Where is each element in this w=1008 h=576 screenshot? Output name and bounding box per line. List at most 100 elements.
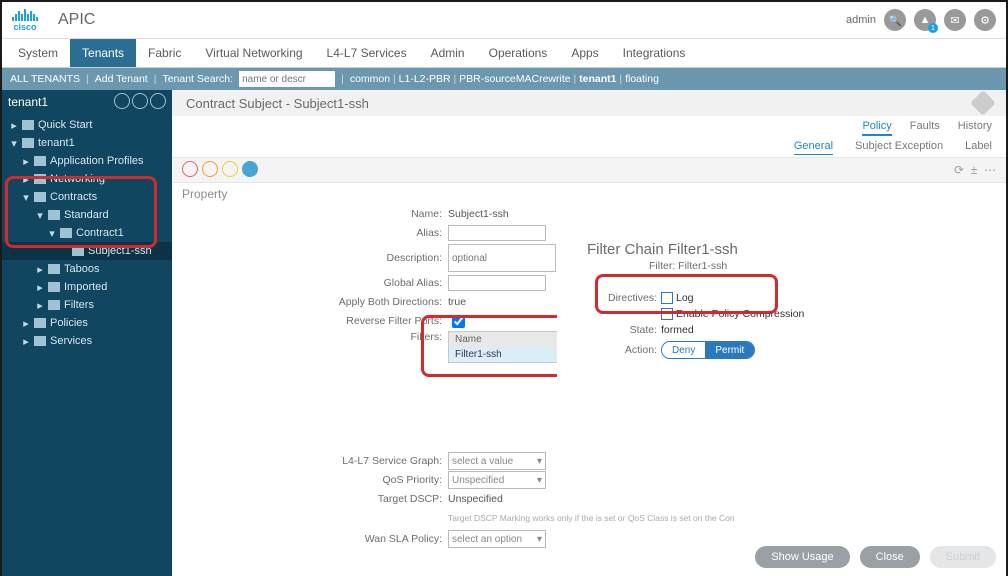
feedback-icon[interactable]: ✉: [944, 9, 966, 31]
tenant-search-input[interactable]: [239, 71, 335, 87]
panel-filter-label: Filter:: [649, 260, 675, 272]
menu-tab-admin[interactable]: Admin: [419, 39, 477, 67]
enable-compression-label: Enable Policy Compression: [676, 308, 804, 320]
action-permit[interactable]: Permit: [705, 342, 754, 358]
menu-tab-l4-l7-services[interactable]: L4-L7 Services: [315, 39, 419, 67]
dscp-value: Unspecified: [448, 493, 503, 505]
nav-tree: ▸Quick Start▾tenant1▸Application Profile…: [2, 114, 172, 352]
tree-node-application-profiles[interactable]: ▸Application Profiles: [2, 152, 172, 170]
action-deny[interactable]: Deny: [662, 342, 705, 358]
subtab-subject-exception[interactable]: Subject Exception: [855, 140, 943, 155]
global-alias-label: Global Alias:: [182, 277, 448, 289]
log-label: Log: [676, 292, 694, 304]
tree-node-tenant1[interactable]: ▾tenant1: [2, 134, 172, 152]
wan-label: Wan SLA Policy:: [182, 533, 448, 545]
username-label[interactable]: admin: [846, 14, 876, 26]
menu-tab-tenants[interactable]: Tenants: [70, 39, 136, 67]
menu-tab-operations[interactable]: Operations: [477, 39, 560, 67]
tree-node-imported[interactable]: ▸Imported: [2, 278, 172, 296]
tab-faults[interactable]: Faults: [910, 120, 940, 136]
top-bar: cisco APIC admin 🔍 ▲1 ✉ ⚙: [2, 2, 1006, 39]
menu-tab-virtual-networking[interactable]: Virtual Networking: [193, 39, 314, 67]
menu-tab-system[interactable]: System: [6, 39, 70, 67]
tab-policy[interactable]: Policy: [862, 120, 891, 136]
panel-filter-value: Filter1-ssh: [678, 260, 727, 272]
state-value: formed: [661, 324, 694, 336]
wan-select[interactable]: select an option▾: [448, 530, 546, 548]
sidebar-tool-icons[interactable]: [112, 93, 166, 112]
tenant-search-label: Tenant Search:: [162, 73, 233, 85]
tree-node-services[interactable]: ▸Services: [2, 332, 172, 350]
filters-label: Filters:: [182, 331, 448, 343]
main-menu: SystemTenantsFabricVirtual NetworkingL4-…: [2, 39, 1006, 68]
filters-table[interactable]: Name Filter1-ssh: [448, 331, 570, 363]
object-icon[interactable]: [970, 90, 995, 115]
filters-table-row[interactable]: Filter1-ssh: [449, 347, 569, 362]
tree-node-quick-start[interactable]: ▸Quick Start: [2, 116, 172, 134]
action-toggle[interactable]: Deny Permit: [661, 341, 755, 359]
log-checkbox[interactable]: [661, 292, 673, 304]
tenant-link-tenant1[interactable]: tenant1: [579, 73, 616, 85]
menu-tab-apps[interactable]: Apps: [559, 39, 610, 67]
add-tenant-link[interactable]: Add Tenant: [95, 73, 148, 85]
dscp-label: Target DSCP:: [182, 493, 448, 505]
description-label: Description:: [182, 252, 448, 264]
settings-icon[interactable]: ⚙: [974, 9, 996, 31]
name-label: Name:: [182, 208, 448, 220]
apply-both-value: true: [448, 296, 466, 308]
tree-node-taboos[interactable]: ▸Taboos: [2, 260, 172, 278]
dscp-note: Target DSCP Marking works only if the is…: [448, 514, 735, 523]
tab-history[interactable]: History: [958, 120, 992, 136]
tree-node-standard[interactable]: ▾Standard: [2, 206, 172, 224]
tenant-link-l1-l2-pbr[interactable]: L1-L2-PBR: [399, 73, 451, 85]
search-icon[interactable]: 🔍: [884, 9, 906, 31]
state-label: State:: [607, 324, 661, 336]
qos-select[interactable]: Unspecified▾: [448, 471, 546, 489]
tree-node-policies[interactable]: ▸Policies: [2, 314, 172, 332]
toolbar-right-icons[interactable]: ⟳ ± ⋯: [954, 163, 996, 177]
filter-chain-panel: ➊ ? ✕ Filter Chain Filter1-ssh Filter: F…: [557, 239, 1006, 389]
reverse-filter-label: Reverse Filter Ports:: [182, 315, 448, 327]
bell-icon[interactable]: ▲1: [914, 9, 936, 31]
tenant-link-floating[interactable]: floating: [625, 73, 659, 85]
menu-tab-integrations[interactable]: Integrations: [611, 39, 698, 67]
tree-node-filters[interactable]: ▸Filters: [2, 296, 172, 314]
alias-input[interactable]: [448, 225, 546, 241]
tree-node-contract1[interactable]: ▾Contract1: [2, 224, 172, 242]
subtab-label[interactable]: Label: [965, 140, 992, 155]
show-usage-button[interactable]: Show Usage: [755, 546, 849, 568]
alias-label: Alias:: [182, 227, 448, 239]
tenant-subbar: ALL TENANTS | Add Tenant | Tenant Search…: [2, 68, 1006, 90]
sidebar-title: tenant1: [8, 95, 48, 109]
tree-node-networking[interactable]: ▸Networking: [2, 170, 172, 188]
menu-tab-fabric[interactable]: Fabric: [136, 39, 193, 67]
enable-compression-checkbox[interactable]: [661, 308, 673, 320]
fault-indicator-icons[interactable]: [182, 161, 262, 180]
tabs-secondary: General Subject Exception Label: [172, 136, 1006, 155]
l4l7-label: L4-L7 Service Graph:: [182, 455, 448, 467]
submit-button[interactable]: Submit: [930, 546, 996, 568]
nav-sidebar: tenant1 ▸Quick Start▾tenant1▸Application…: [2, 90, 172, 576]
reverse-filter-checkbox[interactable]: [452, 315, 465, 328]
page-title: Contract Subject - Subject1-ssh: [186, 96, 369, 111]
all-tenants-link[interactable]: ALL TENANTS: [10, 73, 80, 85]
l4l7-select[interactable]: select a value▾: [448, 452, 546, 470]
name-value: Subject1-ssh: [448, 208, 509, 220]
tree-node-contracts[interactable]: ▾Contracts: [2, 188, 172, 206]
app-title: APIC: [58, 11, 95, 29]
tree-node-subject1-ssh[interactable]: Subject1-ssh: [2, 242, 172, 260]
global-alias-input[interactable]: [448, 275, 546, 291]
panel-title: Filter Chain Filter1-ssh: [557, 239, 1006, 260]
close-button[interactable]: Close: [860, 546, 920, 568]
tenant-link-pbr-sourcemacrewrite[interactable]: PBR-sourceMACrewrite: [459, 73, 570, 85]
tenant-link-common[interactable]: common: [350, 73, 390, 85]
tabs-primary: Policy Faults History: [172, 116, 1006, 136]
cisco-logo: cisco: [12, 9, 38, 32]
brand: cisco APIC: [12, 9, 95, 32]
filters-table-header: Name: [449, 332, 569, 347]
action-label: Action:: [607, 344, 661, 356]
subtab-general[interactable]: General: [794, 140, 833, 155]
directives-label: Directives:: [607, 292, 661, 304]
property-label: Property: [172, 183, 1006, 205]
description-input[interactable]: [448, 244, 556, 272]
